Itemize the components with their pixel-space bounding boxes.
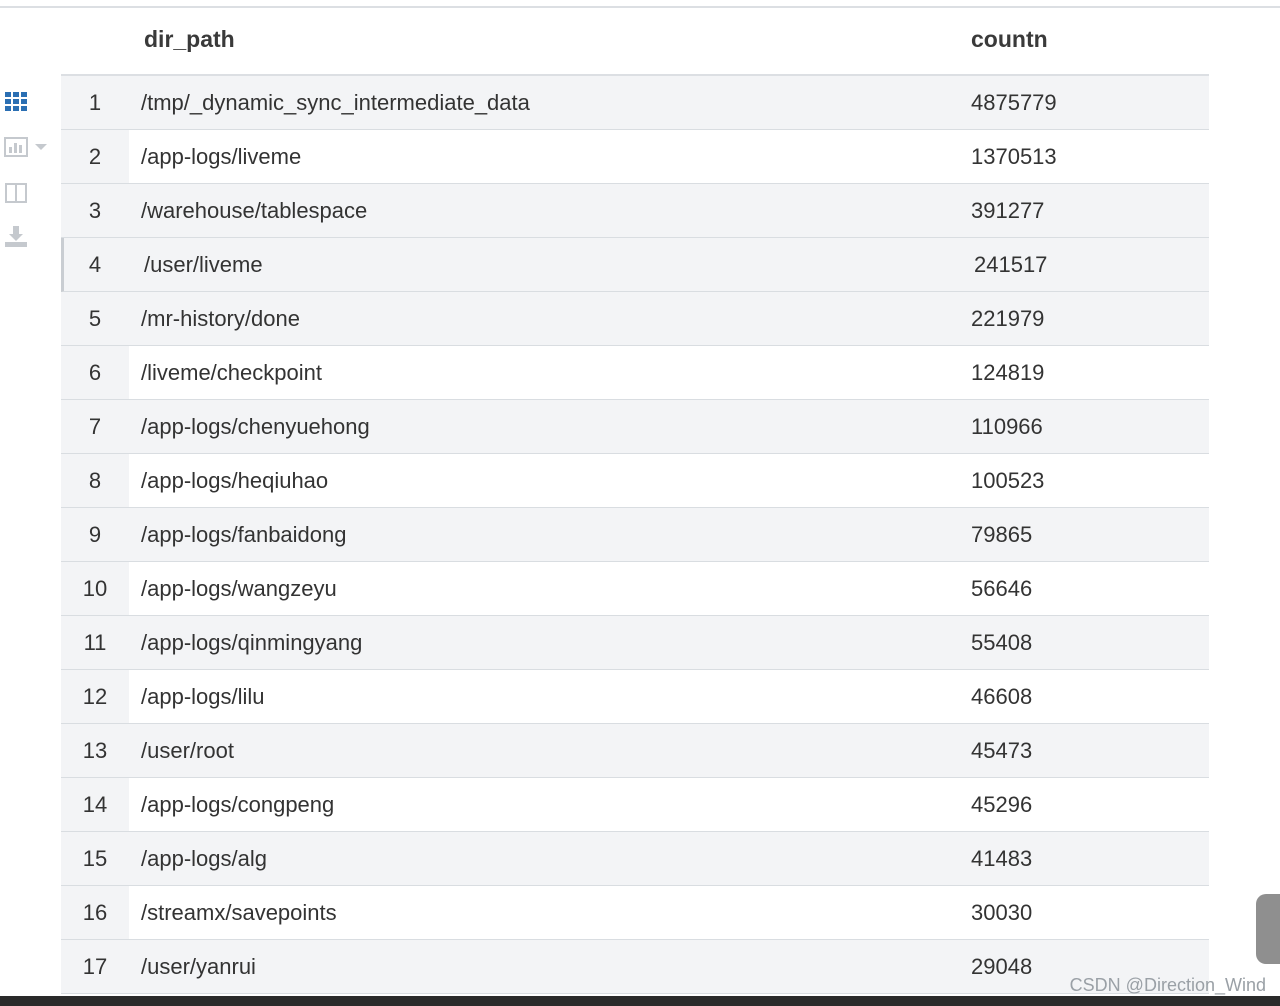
results-table: 1 /tmp/_dynamic_sync_intermediate_data 4… (61, 76, 1209, 994)
dir-path-cell[interactable]: /warehouse/tablespace (141, 184, 367, 237)
table-row[interactable]: 14 /app-logs/congpeng 45296 (61, 778, 1209, 832)
table-row[interactable]: 8 /app-logs/heqiuhao 100523 (61, 454, 1209, 508)
table-row[interactable]: 2 /app-logs/liveme 1370513 (61, 130, 1209, 184)
download-button[interactable] (4, 224, 54, 254)
countn-cell[interactable]: 45473 (971, 724, 1032, 777)
top-border (0, 6, 1280, 8)
table-row[interactable]: 11 /app-logs/qinmingyang 55408 (61, 616, 1209, 670)
table-row[interactable]: 16 /streamx/savepoints 30030 (61, 886, 1209, 940)
download-icon (5, 226, 27, 247)
row-index: 9 (88, 522, 102, 547)
row-index: 4 (88, 252, 102, 277)
dir-path-cell[interactable]: /tmp/_dynamic_sync_intermediate_data (141, 76, 530, 129)
row-index: 6 (61, 346, 129, 399)
bar-chart-icon (4, 137, 47, 157)
row-index: 3 (88, 198, 102, 223)
table-row[interactable]: 15 /app-logs/alg 41483 (61, 832, 1209, 886)
countn-cell[interactable]: 41483 (971, 832, 1032, 885)
split-column-icon (5, 183, 27, 203)
countn-cell[interactable]: 241517 (974, 238, 1047, 291)
dir-path-cell[interactable]: /app-logs/wangzeyu (141, 562, 337, 615)
countn-cell[interactable]: 1370513 (971, 130, 1057, 183)
dir-path-cell[interactable]: /user/yanrui (141, 940, 256, 993)
row-index: 16 (61, 886, 129, 939)
table-row[interactable]: 9 /app-logs/fanbaidong 79865 (61, 508, 1209, 562)
countn-cell[interactable]: 55408 (971, 616, 1032, 669)
row-index: 15 (82, 846, 108, 871)
dir-path-cell[interactable]: /mr-history/done (141, 292, 300, 345)
scrollbar-thumb[interactable] (1256, 894, 1280, 964)
chart-view-button[interactable] (4, 134, 54, 164)
countn-cell[interactable]: 45296 (971, 778, 1032, 831)
dir-path-cell[interactable]: /app-logs/congpeng (141, 778, 334, 831)
column-header-dir-path[interactable]: dir_path (144, 10, 235, 74)
table-header: dir_path countn (61, 10, 1209, 76)
watermark: CSDN @Direction_Wind (1069, 975, 1266, 995)
countn-cell[interactable]: 30030 (971, 886, 1032, 939)
row-index: 1 (88, 90, 102, 115)
table-row[interactable]: 6 /liveme/checkpoint 124819 (61, 346, 1209, 400)
row-index: 17 (82, 954, 108, 979)
dir-path-cell[interactable]: /app-logs/heqiuhao (141, 454, 328, 507)
table-row[interactable]: 7 /app-logs/chenyuehong 110966 (61, 400, 1209, 454)
countn-cell[interactable]: 4875779 (971, 76, 1057, 129)
row-index: 2 (61, 130, 129, 183)
row-index: 13 (82, 738, 108, 763)
dir-path-cell[interactable]: /app-logs/lilu (141, 670, 265, 723)
row-index: 10 (61, 562, 129, 615)
countn-cell[interactable]: 100523 (971, 454, 1044, 507)
chevron-down-icon (35, 144, 47, 150)
countn-cell[interactable]: 29048 (971, 940, 1032, 993)
countn-cell[interactable]: 110966 (971, 400, 1043, 453)
dir-path-cell[interactable]: /app-logs/liveme (141, 130, 301, 183)
dir-path-cell[interactable]: /streamx/savepoints (141, 886, 337, 939)
split-view-button[interactable] (4, 180, 54, 210)
grid-view-icon (5, 92, 27, 111)
row-index: 5 (88, 306, 102, 331)
table-row[interactable]: 1 /tmp/_dynamic_sync_intermediate_data 4… (61, 76, 1209, 130)
row-index: 7 (88, 414, 102, 439)
table-row[interactable]: 17 /user/yanrui 29048 (61, 940, 1209, 994)
table-row[interactable]: 3 /warehouse/tablespace 391277 (61, 184, 1209, 238)
table-row[interactable]: 12 /app-logs/lilu 46608 (61, 670, 1209, 724)
countn-cell[interactable]: 124819 (971, 346, 1044, 399)
countn-cell[interactable]: 79865 (971, 508, 1032, 561)
table-row[interactable]: 5 /mr-history/done 221979 (61, 292, 1209, 346)
row-index: 14 (61, 778, 129, 831)
dir-path-cell[interactable]: /app-logs/chenyuehong (141, 400, 370, 453)
row-index: 11 (83, 630, 107, 655)
dir-path-cell[interactable]: /user/root (141, 724, 234, 777)
table-row[interactable]: 4 /user/liveme 241517 (61, 238, 1209, 292)
table-row[interactable]: 10 /app-logs/wangzeyu 56646 (61, 562, 1209, 616)
countn-cell[interactable]: 56646 (971, 562, 1032, 615)
row-index: 8 (61, 454, 129, 507)
dir-path-cell[interactable]: /user/liveme (144, 238, 263, 291)
bottom-edge (0, 996, 1280, 1006)
column-header-countn[interactable]: countn (971, 10, 1048, 74)
countn-cell[interactable]: 46608 (971, 670, 1032, 723)
row-index: 12 (61, 670, 129, 723)
dir-path-cell[interactable]: /liveme/checkpoint (141, 346, 322, 399)
dir-path-cell[interactable]: /app-logs/qinmingyang (141, 616, 362, 669)
dir-path-cell[interactable]: /app-logs/fanbaidong (141, 508, 347, 561)
dir-path-cell[interactable]: /app-logs/alg (141, 832, 267, 885)
countn-cell[interactable]: 391277 (971, 184, 1044, 237)
countn-cell[interactable]: 221979 (971, 292, 1044, 345)
table-row[interactable]: 13 /user/root 45473 (61, 724, 1209, 778)
grid-view-button[interactable] (4, 88, 54, 118)
